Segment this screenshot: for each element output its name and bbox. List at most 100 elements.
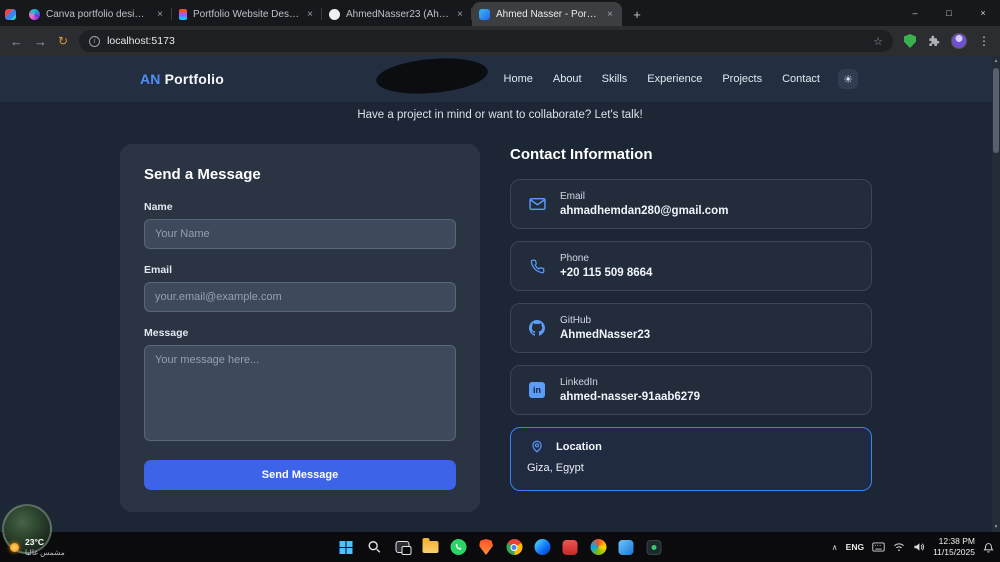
- clock[interactable]: 12:38 PM 11/15/2025: [933, 536, 975, 557]
- site-logo[interactable]: AN Portfolio: [140, 71, 224, 87]
- scrollbar-thumb[interactable]: [993, 68, 999, 153]
- tab-figma[interactable]: Portfolio Website Design – Figm ×: [172, 2, 322, 26]
- window-badge-icon[interactable]: [5, 9, 16, 20]
- task-view-icon[interactable]: [393, 538, 412, 557]
- maximize-button[interactable]: □: [932, 0, 966, 26]
- logo-accent: AN: [140, 71, 161, 87]
- contact-value: ahmed-nasser-91aab6279: [560, 391, 700, 403]
- back-icon[interactable]: ←: [10, 35, 23, 48]
- brave-icon[interactable]: [477, 538, 496, 557]
- new-tab-button[interactable]: +: [626, 3, 648, 25]
- contact-value: AhmedNasser23: [560, 329, 651, 341]
- contact-label: Email: [560, 191, 586, 202]
- contact-information: Contact Information Email ahmadhemdan280…: [510, 144, 872, 503]
- contact-value: Giza, Egypt: [527, 462, 584, 474]
- contact-section: Send a Message Name Email Message Send M…: [0, 121, 1000, 512]
- weather-temp: 23°C: [25, 537, 44, 548]
- contact-info-title: Contact Information: [510, 146, 653, 163]
- contact-card-phone[interactable]: Phone +20 115 509 8664: [510, 241, 872, 291]
- tab-close-icon[interactable]: ×: [155, 9, 165, 20]
- address-bar[interactable]: i localhost:5173 ☆: [79, 30, 893, 52]
- weather-desc: مشمس غالبا: [25, 547, 65, 557]
- theme-toggle-button[interactable]: ☀: [838, 69, 858, 89]
- taskbar-apps: [337, 538, 664, 557]
- app-icon-dark[interactable]: [645, 538, 664, 557]
- close-window-button[interactable]: ×: [966, 0, 1000, 26]
- chrome-icon[interactable]: [505, 538, 524, 557]
- file-explorer-icon[interactable]: [421, 538, 440, 557]
- copilot-icon[interactable]: [589, 538, 608, 557]
- adblock-shield-icon[interactable]: [904, 34, 916, 48]
- contact-card-location[interactable]: Location Giza, Egypt: [510, 427, 872, 491]
- contact-label: GitHub: [560, 315, 592, 326]
- location-pin-icon: [527, 439, 547, 454]
- form-title: Send a Message: [144, 166, 261, 183]
- browser-toolbar: ← → ↻ i localhost:5173 ☆ ⋮: [0, 26, 1000, 56]
- contact-label: LinkedIn: [560, 377, 598, 388]
- profile-avatar[interactable]: [951, 33, 967, 49]
- tab-close-icon[interactable]: ×: [455, 9, 465, 20]
- nav-item-skills[interactable]: Skills: [602, 73, 628, 85]
- speaker-icon[interactable]: [913, 542, 925, 552]
- notification-bell-icon[interactable]: [983, 542, 994, 553]
- reload-icon[interactable]: ↻: [58, 35, 68, 47]
- github-favicon: [329, 8, 340, 20]
- name-input[interactable]: [144, 219, 456, 249]
- portfolio-favicon: [479, 8, 490, 20]
- figma-favicon: [179, 8, 187, 20]
- tab-canva[interactable]: Canva portfolio design prompt ×: [22, 2, 172, 26]
- scrollbar-down-icon[interactable]: ▼: [992, 522, 1000, 532]
- nav-item-projects[interactable]: Projects: [722, 73, 762, 85]
- contact-card-email[interactable]: Email ahmadhemdan280@gmail.com: [510, 179, 872, 229]
- contact-tagline: Have a project in mind or want to collab…: [357, 109, 643, 121]
- send-message-button[interactable]: Send Message: [144, 460, 456, 490]
- whatsapp-icon[interactable]: [449, 538, 468, 557]
- portfolio-page: AN Portfolio Home About Skills Experience…: [0, 56, 1000, 532]
- url-text: localhost:5173: [107, 35, 175, 47]
- tab-portfolio-active[interactable]: Ahmed Nasser - Portfolio ×: [472, 2, 622, 26]
- weather-widget[interactable]: 23°C مشمس غالبا: [10, 537, 65, 557]
- browser-menu-icon[interactable]: ⋮: [978, 34, 990, 48]
- start-button[interactable]: [337, 538, 356, 557]
- edge-icon[interactable]: [533, 538, 552, 557]
- contact-card-linkedin[interactable]: in LinkedIn ahmed-nasser-91aab6279: [510, 365, 872, 415]
- wifi-icon[interactable]: [893, 542, 905, 552]
- send-message-card: Send a Message Name Email Message Send M…: [120, 144, 480, 512]
- name-label: Name: [144, 201, 173, 213]
- touch-keyboard-icon[interactable]: [872, 542, 885, 552]
- app-icon-blue[interactable]: [617, 538, 636, 557]
- language-indicator[interactable]: ENG: [846, 542, 864, 552]
- sun-icon: [10, 542, 19, 552]
- extensions-puzzle-icon[interactable]: [927, 35, 940, 48]
- search-icon[interactable]: [365, 538, 384, 557]
- github-icon: [527, 320, 547, 336]
- nav-item-experience[interactable]: Experience: [647, 73, 702, 85]
- email-label: Email: [144, 264, 173, 276]
- contact-label: Location: [556, 440, 602, 453]
- tray-date: 11/15/2025: [933, 547, 975, 557]
- tab-close-icon[interactable]: ×: [305, 9, 315, 20]
- bookmark-star-icon[interactable]: ☆: [873, 35, 883, 48]
- nav-item-contact[interactable]: Contact: [782, 73, 820, 85]
- scrollbar-up-icon[interactable]: ▲: [992, 56, 1000, 66]
- browser-tab-strip: Canva portfolio design prompt × Portfoli…: [0, 0, 1000, 26]
- nav-item-home[interactable]: Home: [504, 73, 533, 85]
- forward-icon[interactable]: →: [34, 35, 47, 48]
- contact-card-github[interactable]: GitHub AhmedNasser23: [510, 303, 872, 353]
- app-icon-red[interactable]: [561, 538, 580, 557]
- tab-title: Canva portfolio design prompt: [46, 8, 149, 20]
- minimize-button[interactable]: –: [898, 0, 932, 26]
- tab-github[interactable]: AhmedNasser23 (Ahmed Nasse ×: [322, 2, 472, 26]
- system-tray: ∧ ENG 12:38 PM 11/15/2025: [832, 536, 994, 557]
- nav-item-about[interactable]: About: [553, 73, 582, 85]
- window-controls: – □ ×: [898, 0, 1000, 26]
- message-textarea[interactable]: [144, 345, 456, 441]
- tray-chevron-icon[interactable]: ∧: [832, 543, 838, 552]
- contact-label: Phone: [560, 253, 589, 264]
- email-input[interactable]: [144, 282, 456, 312]
- linkedin-icon: in: [527, 382, 547, 398]
- site-info-icon[interactable]: i: [89, 35, 101, 47]
- tab-close-icon[interactable]: ×: [605, 9, 615, 20]
- tab-title: AhmedNasser23 (Ahmed Nasse: [346, 8, 449, 20]
- page-scrollbar[interactable]: ▲ ▼: [992, 56, 1000, 532]
